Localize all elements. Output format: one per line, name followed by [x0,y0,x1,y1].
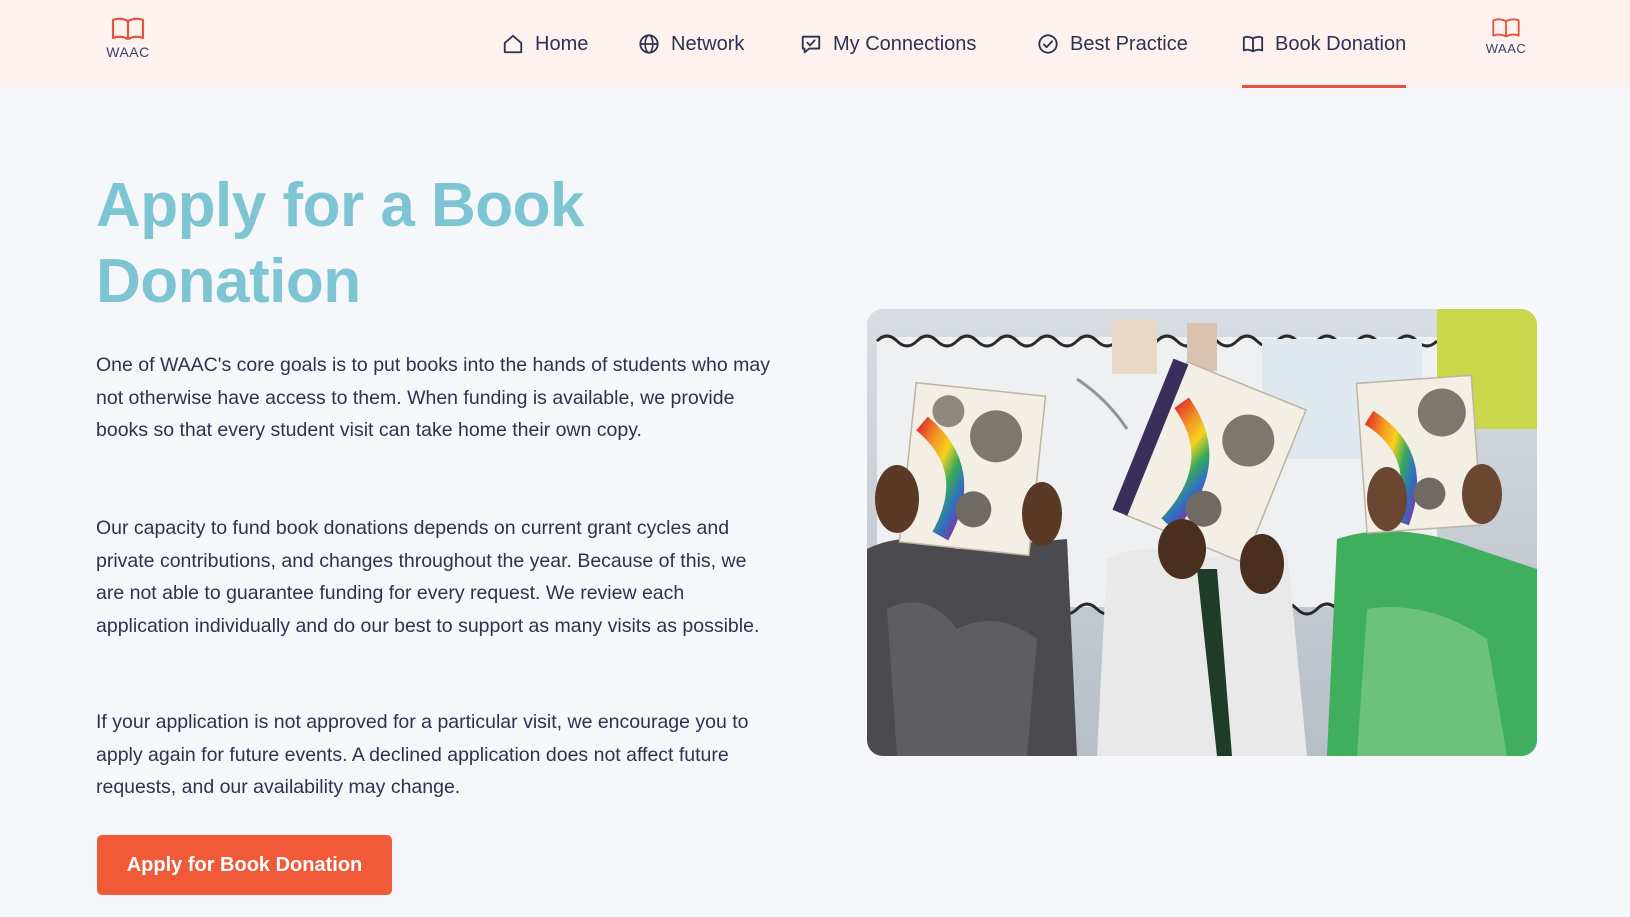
avatar-logo-text: WAAC [1485,41,1527,56]
nav-home-label: Home [535,32,589,55]
open-book-logo-icon [1492,18,1520,38]
students-holding-books-photo [867,309,1537,756]
chat-check-icon [801,35,821,54]
photo-illustration [867,309,1537,756]
globe-icon [639,34,659,54]
nav-best-practice[interactable]: Best Practice [1037,0,1188,88]
waac-logo[interactable]: WAAC [96,16,160,60]
nav-my-connections[interactable]: My Connections [800,0,976,88]
nav-book-donation[interactable]: Book Donation [1242,0,1407,88]
intro-paragraph: One of WAAC's core goals is to put books… [96,354,770,441]
logo-text: WAAC [106,44,150,60]
site-header: WAAC Home Network My Connections Best Pr… [0,0,1630,88]
nav-network[interactable]: Network [638,0,744,88]
home-icon [503,34,523,54]
funding-paragraph: Our capacity to fund book donations depe… [96,517,760,637]
nav-book-donation-label: Book Donation [1275,32,1407,55]
book-icon [1242,35,1264,53]
page-title: Apply for a Book Donation [96,171,585,316]
nav-home[interactable]: Home [502,0,588,88]
reapply-paragraph: If your application is not approved for … [96,711,749,798]
nav-my-connections-label: My Connections [833,32,977,55]
open-book-logo-icon [111,17,145,41]
user-avatar[interactable]: WAAC [1474,17,1538,56]
apply-book-donation-button[interactable]: Apply for Book Donation [97,835,392,895]
nav-best-practice-label: Best Practice [1070,32,1188,55]
nav-network-label: Network [671,32,745,55]
check-circle-icon [1038,34,1058,54]
